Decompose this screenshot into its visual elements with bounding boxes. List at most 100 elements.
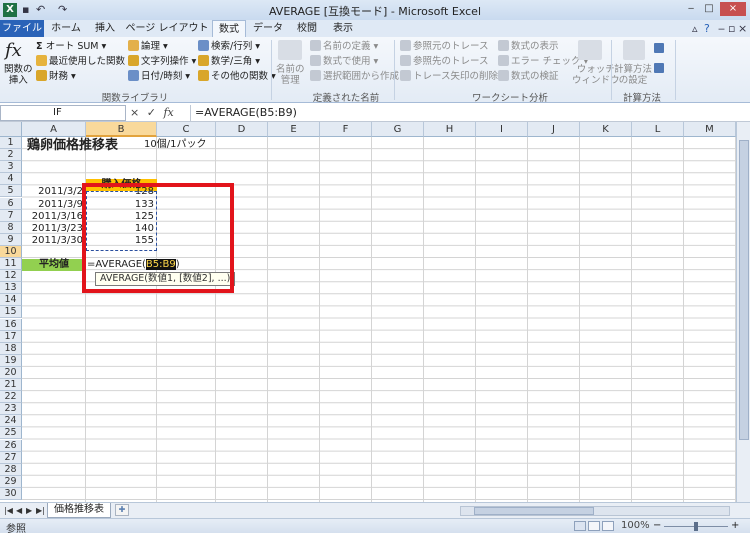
- column-header[interactable]: G: [372, 122, 424, 137]
- watch-window-button[interactable]: ウォッチ ウィンドウ: [572, 64, 620, 86]
- calculate-sheet-icon[interactable]: [654, 63, 664, 73]
- sheet-title-cell[interactable]: 鶏卵価格推移表: [27, 139, 118, 152]
- page-break-view-icon[interactable]: [602, 521, 614, 531]
- new-sheet-icon[interactable]: ✚: [115, 504, 129, 516]
- sheet-tab[interactable]: 価格推移表: [47, 503, 111, 518]
- calculate-now-icon[interactable]: [654, 43, 664, 53]
- row-header[interactable]: 14: [0, 294, 22, 307]
- prev-sheet-icon[interactable]: ◀: [16, 506, 22, 515]
- fx-icon[interactable]: fx: [163, 106, 173, 119]
- recent-functions-button[interactable]: 最近使用した関数 ▾: [36, 55, 133, 68]
- workbook-minimize-icon[interactable]: ‒: [718, 22, 725, 36]
- normal-view-icon[interactable]: [574, 521, 586, 531]
- datetime-button[interactable]: 日付/時刻 ▾: [128, 70, 190, 83]
- row-header[interactable]: 8: [0, 221, 22, 234]
- zoom-level[interactable]: 100%: [621, 520, 650, 531]
- insert-function-icon[interactable]: fx: [5, 40, 22, 62]
- row-header[interactable]: 17: [0, 330, 22, 343]
- row-header[interactable]: 5: [0, 185, 22, 198]
- row-header[interactable]: 12: [0, 270, 22, 283]
- row-header[interactable]: 23: [0, 403, 22, 416]
- column-header[interactable]: J: [528, 122, 580, 137]
- tab-insert[interactable]: 挿入: [88, 20, 122, 37]
- column-header[interactable]: H: [424, 122, 476, 137]
- define-name-button[interactable]: 名前の定義 ▾: [310, 40, 378, 53]
- date-cell[interactable]: 2011/3/23: [22, 223, 83, 235]
- average-label-cell[interactable]: 平均値: [22, 259, 86, 271]
- row-header[interactable]: 24: [0, 415, 22, 428]
- math-button[interactable]: 数学/三角 ▾: [198, 55, 260, 68]
- row-header[interactable]: 10: [0, 245, 22, 258]
- row-header[interactable]: 25: [0, 427, 22, 440]
- row-header[interactable]: 28: [0, 463, 22, 476]
- workbook-restore-icon[interactable]: ▫: [728, 22, 735, 36]
- row-header[interactable]: 19: [0, 354, 22, 367]
- tab-home[interactable]: ホーム: [46, 20, 86, 37]
- column-header[interactable]: A: [22, 122, 86, 137]
- column-header[interactable]: D: [216, 122, 268, 137]
- evaluate-formula-button[interactable]: 数式の検証: [498, 70, 559, 83]
- tab-view[interactable]: 表示: [326, 20, 360, 37]
- horizontal-scroll-thumb[interactable]: [474, 507, 594, 515]
- zoom-slider-knob[interactable]: [694, 522, 698, 531]
- row-header[interactable]: 18: [0, 342, 22, 355]
- calculation-options-button[interactable]: 計算方法 の設定: [614, 64, 652, 86]
- help-icon[interactable]: ?: [704, 22, 710, 36]
- column-header[interactable]: I: [476, 122, 528, 137]
- row-header[interactable]: 22: [0, 391, 22, 404]
- row-header[interactable]: 6: [0, 197, 22, 210]
- row-header[interactable]: 9: [0, 233, 22, 246]
- row-header[interactable]: 7: [0, 209, 22, 222]
- workbook-close-icon[interactable]: ×: [738, 22, 747, 36]
- name-manager-button[interactable]: 名前の 管理: [276, 64, 305, 86]
- tab-review[interactable]: 校閲: [290, 20, 324, 37]
- row-header[interactable]: 3: [0, 161, 22, 174]
- row-header[interactable]: 4: [0, 173, 22, 186]
- vertical-scrollbar[interactable]: [736, 122, 750, 502]
- worksheet-grid[interactable]: ABCDEFGHIJKLM 1 2 3 4 5 6 7 8 9 10 11 12 13 14 15 16 17 1…: [0, 122, 736, 502]
- remove-arrows-button[interactable]: トレース矢印の削除 ▾: [400, 70, 506, 83]
- logical-button[interactable]: 論理 ▾: [128, 40, 168, 53]
- row-header[interactable]: 27: [0, 451, 22, 464]
- use-in-formula-button[interactable]: 数式で使用 ▾: [310, 55, 378, 68]
- column-header[interactable]: L: [632, 122, 684, 137]
- tab-data[interactable]: データ: [248, 20, 288, 37]
- financial-button[interactable]: 財務 ▾: [36, 70, 76, 83]
- close-icon[interactable]: ×: [720, 2, 746, 16]
- page-layout-view-icon[interactable]: [588, 521, 600, 531]
- next-sheet-icon[interactable]: ▶: [26, 506, 32, 515]
- trace-dependents-button[interactable]: 参照先のトレース: [400, 55, 489, 68]
- more-functions-button[interactable]: その他の関数 ▾: [198, 70, 276, 83]
- lookup-button[interactable]: 検索/行列 ▾: [198, 40, 260, 53]
- zoom-in-icon[interactable]: +: [731, 520, 739, 531]
- row-header[interactable]: 13: [0, 282, 22, 295]
- collapse-ribbon-icon[interactable]: ▵: [692, 22, 698, 36]
- column-header[interactable]: E: [268, 122, 320, 137]
- select-all-button[interactable]: [0, 122, 22, 137]
- date-cell[interactable]: 2011/3/9: [22, 199, 83, 211]
- date-cell[interactable]: 2011/3/30: [22, 235, 83, 247]
- insert-function-button[interactable]: 関数の 挿入: [4, 64, 33, 86]
- row-header[interactable]: 16: [0, 318, 22, 331]
- row-header[interactable]: 15: [0, 306, 22, 319]
- cancel-icon[interactable]: ×: [130, 106, 139, 119]
- column-header[interactable]: K: [580, 122, 632, 137]
- vertical-scroll-thumb[interactable]: [739, 140, 749, 440]
- row-header[interactable]: 30: [0, 487, 22, 500]
- tab-file[interactable]: ファイル: [0, 20, 44, 37]
- row-header[interactable]: 11: [0, 258, 22, 270]
- zoom-out-icon[interactable]: −: [653, 520, 661, 531]
- row-header[interactable]: 29: [0, 475, 22, 488]
- unit-cell[interactable]: 10個/1パック: [144, 139, 206, 151]
- tab-page-layout[interactable]: ページ レイアウト: [124, 20, 210, 37]
- column-header[interactable]: M: [684, 122, 736, 137]
- minimize-icon[interactable]: ‒: [682, 2, 700, 16]
- date-cell[interactable]: 2011/3/16: [22, 211, 83, 223]
- row-header[interactable]: 2: [0, 149, 22, 162]
- row-header[interactable]: 21: [0, 379, 22, 391]
- tab-formulas[interactable]: 数式: [212, 20, 246, 37]
- show-formulas-button[interactable]: 数式の表示: [498, 40, 559, 53]
- text-functions-button[interactable]: 文字列操作 ▾: [128, 55, 196, 68]
- column-header[interactable]: B: [86, 122, 157, 137]
- maximize-icon[interactable]: □: [700, 2, 718, 16]
